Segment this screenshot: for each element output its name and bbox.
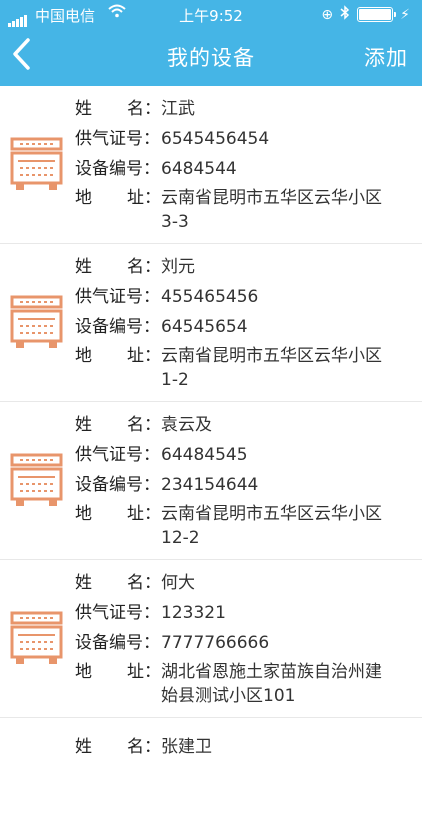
- field-label: 姓: [75, 415, 92, 435]
- device-address: 湖北省恩施土家苗族自治州建始县测试小区101: [161, 662, 382, 706]
- field-label: 名: [127, 415, 144, 435]
- gas-meter-icon: [10, 453, 63, 506]
- field-label: 地: [75, 504, 92, 524]
- device-name: 何大: [161, 573, 195, 593]
- device-number: 6484544: [161, 159, 237, 179]
- gas-cert-number: 123321: [161, 603, 226, 623]
- device-item[interactable]: 姓名： 何大 供气证号： 123321 设备编号： 7777766666 地址： 湖北省…: [0, 560, 422, 718]
- field-label: 址: [127, 188, 144, 208]
- device-address: 云南省昆明市五华区云华小区3-3: [161, 188, 382, 232]
- page-title: 我的设备: [167, 46, 255, 70]
- status-right: ⊕ ⚡: [321, 5, 410, 24]
- gas-meter-icon: [10, 137, 63, 190]
- field-label: ：: [144, 737, 161, 757]
- field-label: ：: [144, 415, 161, 435]
- header: 中国电信 上午9:52 ⊕ ⚡ 我的设备 添加: [0, 0, 422, 86]
- field-label: 设备编号：: [75, 159, 160, 179]
- field-label: ：: [144, 257, 161, 277]
- device-number: 234154644: [161, 475, 259, 495]
- field-label: 名: [127, 573, 144, 593]
- device-address: 云南省昆明市五华区云华小区1-2: [161, 346, 382, 390]
- field-label: 址: [127, 662, 144, 682]
- field-label: 址: [127, 346, 144, 366]
- add-device-button[interactable]: 添加: [364, 42, 408, 72]
- field-label: 姓: [75, 573, 92, 593]
- field-label: 供气证号：: [75, 445, 160, 465]
- gas-cert-number: 6545456454: [161, 129, 270, 149]
- gas-cert-number: 455465456: [161, 287, 259, 307]
- field-label: 姓: [75, 99, 92, 119]
- gas-cert-number: 64484545: [161, 445, 248, 465]
- field-label: ：: [144, 662, 161, 682]
- charging-icon: ⚡: [400, 6, 410, 23]
- field-label: 地: [75, 662, 92, 682]
- field-label: ：: [144, 573, 161, 593]
- device-item[interactable]: 姓名： 刘元 供气证号： 455465456 设备编号： 64545654 地址： 云南…: [0, 244, 422, 402]
- device-list: 姓名： 江武 供气证号： 6545456454 设备编号： 6484544 地址： 云南…: [0, 86, 422, 818]
- field-label: 名: [127, 99, 144, 119]
- field-label: ：: [144, 188, 161, 208]
- field-label: 设备编号：: [75, 475, 160, 495]
- field-label: 姓: [75, 737, 92, 757]
- field-label: 设备编号：: [75, 317, 160, 337]
- field-label: 名: [127, 257, 144, 277]
- device-name: 袁云及: [161, 415, 212, 435]
- field-label: 地: [75, 346, 92, 366]
- gas-meter-icon: [10, 611, 63, 664]
- device-name: 刘元: [161, 257, 195, 277]
- battery-icon: [357, 7, 397, 22]
- field-label: 名: [127, 737, 144, 757]
- field-label: 供气证号：: [75, 287, 160, 307]
- device-name: 江武: [161, 99, 195, 119]
- orientation-lock-icon: ⊕: [321, 6, 334, 23]
- device-item[interactable]: 姓名： 江武 供气证号： 6545456454 设备编号： 6484544 地址： 云南…: [0, 86, 422, 244]
- device-item[interactable]: 姓 名： 张建卫: [0, 718, 422, 818]
- device-number: 64545654: [161, 317, 248, 337]
- status-bar: 中国电信 上午9:52 ⊕ ⚡: [0, 0, 422, 28]
- device-name: 张建卫: [161, 737, 212, 757]
- field-label: 姓: [75, 257, 92, 277]
- gas-meter-icon: [10, 295, 63, 348]
- field-label: ：: [144, 346, 161, 366]
- device-item[interactable]: 姓名： 袁云及 供气证号： 64484545 设备编号： 234154644 地址：云…: [0, 402, 422, 560]
- bluetooth-icon: [340, 5, 350, 24]
- device-address: 云南省昆明市五华区云华小区12-2: [161, 504, 382, 548]
- field-label: 供气证号：: [75, 129, 160, 149]
- field-label: 供气证号：: [75, 603, 160, 623]
- device-number: 7777766666: [161, 633, 270, 653]
- field-label: 地: [75, 188, 92, 208]
- field-label: 址: [127, 504, 144, 524]
- field-label: ：: [144, 504, 161, 524]
- field-label: 设备编号：: [75, 633, 160, 653]
- field-label: ：: [144, 99, 161, 119]
